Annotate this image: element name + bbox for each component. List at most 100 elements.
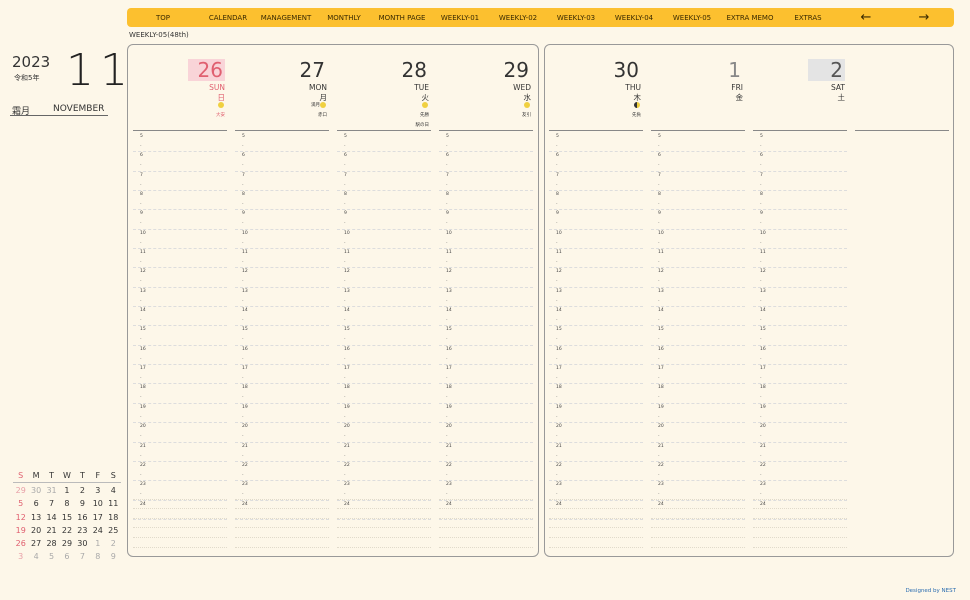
note-line[interactable]: [651, 500, 745, 510]
hour-row[interactable]: 15 -: [439, 326, 533, 346]
hour-row[interactable]: 8-: [337, 191, 431, 211]
mini-cal-day[interactable]: 1: [90, 539, 105, 548]
mini-cal-day[interactable]: 9: [106, 552, 121, 561]
mini-cal-day[interactable]: 15: [59, 513, 74, 522]
note-line[interactable]: [133, 509, 227, 519]
hour-grid[interactable]: 5-6-7-8-9-10-11-12-13-14-15-16-17-18-19-…: [235, 133, 329, 520]
hour-row[interactable]: 11 -: [133, 249, 227, 269]
hour-row[interactable]: 10 -: [439, 230, 533, 250]
hour-row[interactable]: 17 -: [133, 365, 227, 385]
notes-lines[interactable]: [651, 490, 745, 548]
hour-row[interactable]: 21 -: [235, 443, 329, 462]
hour-row[interactable]: 5-: [651, 133, 745, 153]
hour-row[interactable]: 8-: [439, 191, 533, 211]
note-line[interactable]: [753, 500, 847, 510]
hour-row[interactable]: 18 -: [753, 384, 847, 404]
nav-item-weekly-02[interactable]: WEEKLY-02: [489, 14, 547, 22]
mini-cal-day[interactable]: 2: [106, 539, 121, 548]
mini-cal-day[interactable]: 6: [59, 552, 74, 561]
mini-cal-day[interactable]: 30: [28, 486, 43, 495]
hour-row[interactable]: 15 -: [753, 326, 847, 346]
mini-cal-day[interactable]: 6: [28, 499, 43, 508]
hour-row[interactable]: 17 -: [337, 365, 431, 385]
notes-lines[interactable]: [439, 490, 533, 548]
hour-row[interactable]: 18 -: [439, 384, 533, 404]
note-line[interactable]: [235, 519, 329, 529]
nav-item-weekly-01[interactable]: WEEKLY-01: [431, 14, 489, 22]
mini-cal-day[interactable]: 31: [44, 486, 59, 495]
hour-row[interactable]: 13 -: [651, 288, 745, 308]
hour-row[interactable]: 17 -: [235, 365, 329, 385]
hour-row[interactable]: 17 -: [439, 365, 533, 385]
hour-row[interactable]: 5-: [439, 133, 533, 153]
note-line[interactable]: [439, 509, 533, 519]
hour-row[interactable]: 18 -: [549, 384, 643, 404]
note-line[interactable]: [439, 538, 533, 548]
mini-cal-day[interactable]: 13: [28, 513, 43, 522]
hour-row[interactable]: 21 -: [651, 443, 745, 462]
notes-lines[interactable]: [753, 490, 847, 548]
mini-cal-day[interactable]: 21: [44, 526, 59, 535]
hour-row[interactable]: 10 -: [753, 230, 847, 250]
hour-row[interactable]: 5-: [549, 133, 643, 153]
note-line[interactable]: [337, 519, 431, 529]
day-number[interactable]: 27: [298, 59, 327, 81]
notes-lines[interactable]: [133, 490, 227, 548]
hour-row[interactable]: 12 -: [337, 268, 431, 288]
note-line[interactable]: [651, 509, 745, 519]
nav-item-monthly[interactable]: MONTHLY: [315, 14, 373, 22]
note-line[interactable]: [753, 519, 847, 529]
mini-cal-day[interactable]: 3: [90, 486, 105, 495]
mini-cal-day[interactable]: 3: [13, 552, 28, 561]
hour-row[interactable]: 19 -: [439, 404, 533, 424]
hour-row[interactable]: 12 -: [549, 268, 643, 288]
hour-row[interactable]: 20 -: [651, 423, 745, 443]
hour-row[interactable]: 10 -: [651, 230, 745, 250]
note-line[interactable]: [549, 509, 643, 519]
note-line[interactable]: [133, 528, 227, 538]
note-line[interactable]: [549, 519, 643, 529]
hour-row[interactable]: 14 -: [753, 307, 847, 327]
note-line[interactable]: [337, 500, 431, 510]
hour-grid[interactable]: 5-6-7-8-9-10-11-12-13-14-15-16-17-18-19-…: [439, 133, 533, 520]
notes-lines[interactable]: [549, 490, 643, 548]
mini-cal-day[interactable]: 8: [90, 552, 105, 561]
hour-row[interactable]: 19 -: [133, 404, 227, 424]
hour-row[interactable]: 15 -: [651, 326, 745, 346]
note-line[interactable]: [753, 509, 847, 519]
mini-cal-day[interactable]: 22: [59, 526, 74, 535]
hour-row[interactable]: 12 -: [133, 268, 227, 288]
hour-grid[interactable]: 5-6-7-8-9-10-11-12-13-14-15-16-17-18-19-…: [753, 133, 847, 520]
note-line[interactable]: [651, 519, 745, 529]
hour-row[interactable]: 13 -: [439, 288, 533, 308]
hour-row[interactable]: 21 -: [753, 443, 847, 462]
hour-row[interactable]: 11 -: [235, 249, 329, 269]
hour-row[interactable]: 17 -: [651, 365, 745, 385]
hour-row[interactable]: 18 -: [337, 384, 431, 404]
hour-row[interactable]: 11 -: [753, 249, 847, 269]
hour-row[interactable]: 12 -: [753, 268, 847, 288]
hour-row[interactable]: 22 -: [337, 462, 431, 482]
hour-row[interactable]: 6-: [549, 152, 643, 172]
hour-row[interactable]: 18 -: [235, 384, 329, 404]
note-line[interactable]: [337, 528, 431, 538]
mini-cal-day[interactable]: 5: [13, 499, 28, 508]
nav-item-weekly-04[interactable]: WEEKLY-04: [605, 14, 663, 22]
hour-row[interactable]: 8-: [651, 191, 745, 211]
hour-grid[interactable]: 5-6-7-8-9-10-11-12-13-14-15-16-17-18-19-…: [651, 133, 745, 520]
hour-row[interactable]: 13 -: [133, 288, 227, 308]
hour-row[interactable]: 6-: [337, 152, 431, 172]
mini-cal-day[interactable]: 20: [28, 526, 43, 535]
mini-cal-day[interactable]: 4: [28, 552, 43, 561]
mini-cal-day[interactable]: 17: [90, 513, 105, 522]
mini-cal-day[interactable]: 1: [59, 486, 74, 495]
hour-row[interactable]: 11 -: [549, 249, 643, 269]
nav-item-top[interactable]: TOP: [127, 14, 199, 22]
mini-cal-day[interactable]: 19: [13, 526, 28, 535]
mini-cal-day[interactable]: 28: [44, 539, 59, 548]
hour-row[interactable]: 16 -: [549, 346, 643, 366]
nav-item-month-page[interactable]: MONTH PAGE: [373, 14, 431, 22]
hour-row[interactable]: 7-: [133, 172, 227, 192]
hour-row[interactable]: 19 -: [235, 404, 329, 424]
hour-row[interactable]: 16 -: [651, 346, 745, 366]
